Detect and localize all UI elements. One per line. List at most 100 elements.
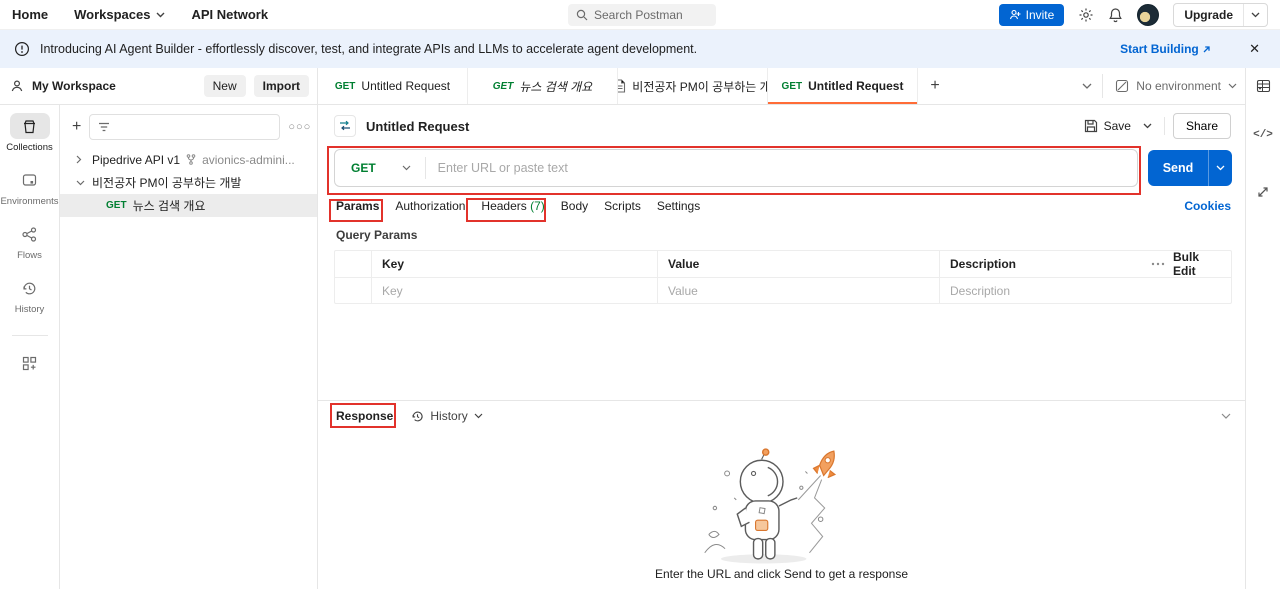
- notifications-bell-icon[interactable]: [1108, 7, 1123, 23]
- collections-more-icon[interactable]: ○○○: [288, 121, 311, 133]
- tab-news-search[interactable]: GET 뉴스 검색 개요: [468, 68, 618, 104]
- tab-untitled-request-2[interactable]: GET Untitled Request: [768, 68, 918, 104]
- collections-filter[interactable]: [89, 114, 281, 140]
- divider: [1163, 117, 1165, 135]
- user-avatar[interactable]: [1137, 3, 1160, 26]
- tree-item-collection[interactable]: 비전공자 PM이 공부하는 개발: [60, 171, 317, 194]
- add-collection-button[interactable]: +: [72, 119, 81, 135]
- response-history-dropdown[interactable]: History: [411, 409, 483, 423]
- upgrade-button[interactable]: Upgrade: [1173, 2, 1268, 27]
- global-search[interactable]: [568, 4, 716, 26]
- url-field: GET: [334, 149, 1138, 187]
- request-title[interactable]: Untitled Request: [366, 119, 469, 134]
- rail-label: Environments: [0, 196, 59, 207]
- tab-headers[interactable]: Headers (7): [479, 195, 546, 217]
- bulk-edit-label: Bulk Edit: [1173, 250, 1200, 278]
- method-selector[interactable]: GET: [335, 161, 425, 175]
- table-header-row: Key Value Description Bulk Edit: [335, 250, 1231, 278]
- save-button[interactable]: Save: [1084, 119, 1131, 133]
- invite-label: Invite: [1025, 7, 1055, 22]
- code-snippet-icon[interactable]: </>: [1253, 119, 1273, 151]
- tabstrip-right: No environment: [1082, 68, 1245, 104]
- tab-params[interactable]: Params: [334, 195, 381, 217]
- tab-label: 비전공자 PM이 공부하는 개: [632, 79, 768, 94]
- new-button[interactable]: New: [203, 75, 246, 97]
- nav-api-network-label: API Network: [191, 7, 269, 22]
- collections-panel: + ○○○ Pipedrive API v1 avionics-admini..…: [60, 105, 318, 589]
- tab-headers-label: Headers: [481, 199, 527, 213]
- save-options-chevron-icon[interactable]: [1139, 121, 1156, 131]
- tab-collection-doc[interactable]: 비전공자 PM이 공부하는 개: [618, 68, 768, 104]
- send-button[interactable]: Send: [1148, 150, 1232, 186]
- nav-home[interactable]: Home: [12, 7, 48, 22]
- request-header: Untitled Request Save Share: [318, 105, 1245, 147]
- tab-list-chevron-icon[interactable]: [1082, 83, 1092, 90]
- search-icon: [576, 9, 588, 21]
- http-request-icon: [334, 115, 356, 137]
- param-description-input[interactable]: [950, 283, 1221, 298]
- related-requests-icon[interactable]: [1256, 175, 1270, 209]
- sidebar-item-collections[interactable]: Collections: [6, 113, 53, 153]
- bulk-edit-button[interactable]: Bulk Edit: [1141, 250, 1231, 278]
- tab-scripts[interactable]: Scripts: [602, 195, 643, 217]
- top-bar: Home Workspaces API Network Invite Upgra…: [0, 0, 1280, 30]
- tab-method-badge: GET: [492, 80, 514, 92]
- response-collapse-chevron-icon[interactable]: [1221, 413, 1231, 420]
- sidebar-item-environments[interactable]: Environments: [0, 167, 59, 207]
- rail-divider: [11, 335, 48, 336]
- response-title[interactable]: Response: [336, 409, 393, 423]
- top-nav: Home Workspaces API Network: [12, 7, 268, 22]
- sidebar-item-history[interactable]: History: [10, 275, 50, 315]
- search-input[interactable]: [594, 8, 704, 22]
- upgrade-chevron-icon[interactable]: [1243, 3, 1267, 26]
- workspace-name[interactable]: My Workspace: [32, 79, 116, 93]
- tree-item-pipedrive[interactable]: Pipedrive API v1 avionics-admini...: [60, 148, 317, 171]
- method-chevron-icon: [402, 165, 411, 171]
- postman-app: Home Workspaces API Network Invite Upgra…: [0, 0, 1280, 589]
- invite-button[interactable]: Invite: [998, 3, 1065, 26]
- tab-label: 뉴스 검색 개요: [519, 79, 593, 94]
- chevron-right-icon[interactable]: [76, 155, 86, 164]
- method-value: GET: [351, 161, 376, 175]
- row-handle[interactable]: [335, 278, 371, 303]
- collections-filter-input[interactable]: [116, 120, 272, 134]
- chevron-down-icon[interactable]: [76, 180, 86, 186]
- tab-untitled-request-1[interactable]: GET Untitled Request: [318, 68, 468, 104]
- environment-chevron-icon: [1228, 83, 1237, 89]
- settings-gear-icon[interactable]: [1078, 7, 1094, 23]
- empty-response-hint: Enter the URL and click Send to get a re…: [654, 567, 909, 581]
- more-dots-icon: [1151, 262, 1165, 266]
- environment-selector[interactable]: No environment: [1102, 74, 1237, 98]
- fork-label: avionics-admini...: [202, 152, 295, 167]
- url-input[interactable]: [425, 161, 1137, 175]
- filter-icon: [98, 122, 110, 132]
- upgrade-label: Upgrade: [1184, 7, 1233, 22]
- start-building-link[interactable]: Start Building: [1120, 42, 1211, 56]
- new-tab-button[interactable]: +: [918, 68, 952, 104]
- share-button[interactable]: Share: [1172, 113, 1231, 139]
- tab-authorization[interactable]: Authorization: [393, 195, 467, 217]
- param-value-input[interactable]: [668, 283, 929, 298]
- tab-body[interactable]: Body: [559, 195, 590, 217]
- request-editor: Untitled Request Save Share GET Enter UR…: [318, 105, 1245, 589]
- tree-item-label: 비전공자 PM이 공부하는 개발: [92, 176, 242, 190]
- banner-text: Introducing AI Agent Builder - effortles…: [40, 42, 698, 56]
- right-rail: </>: [1245, 68, 1280, 589]
- invite-user-icon: [1009, 9, 1021, 21]
- param-key-input[interactable]: [382, 283, 647, 298]
- sidebar-item-flows[interactable]: Flows: [10, 221, 50, 261]
- nav-workspaces[interactable]: Workspaces: [74, 7, 165, 22]
- tab-label: Untitled Request: [808, 79, 904, 93]
- tab-method-badge: GET: [334, 80, 356, 92]
- response-pane: Response History Enter the URL and click…: [318, 400, 1245, 589]
- environment-quick-look-icon[interactable]: [1246, 68, 1280, 105]
- configure-sidebar-button[interactable]: [10, 350, 50, 376]
- import-button[interactable]: Import: [253, 75, 309, 97]
- banner-close-icon[interactable]: ✕: [1249, 41, 1260, 57]
- tab-settings[interactable]: Settings: [655, 195, 702, 217]
- tree-item-request-selected[interactable]: GET 뉴스 검색 개요: [60, 194, 317, 217]
- nav-api-network[interactable]: API Network: [191, 7, 268, 22]
- flows-icon: [10, 221, 50, 247]
- cookies-link[interactable]: Cookies: [1184, 199, 1231, 213]
- send-options-chevron-icon[interactable]: [1208, 150, 1232, 186]
